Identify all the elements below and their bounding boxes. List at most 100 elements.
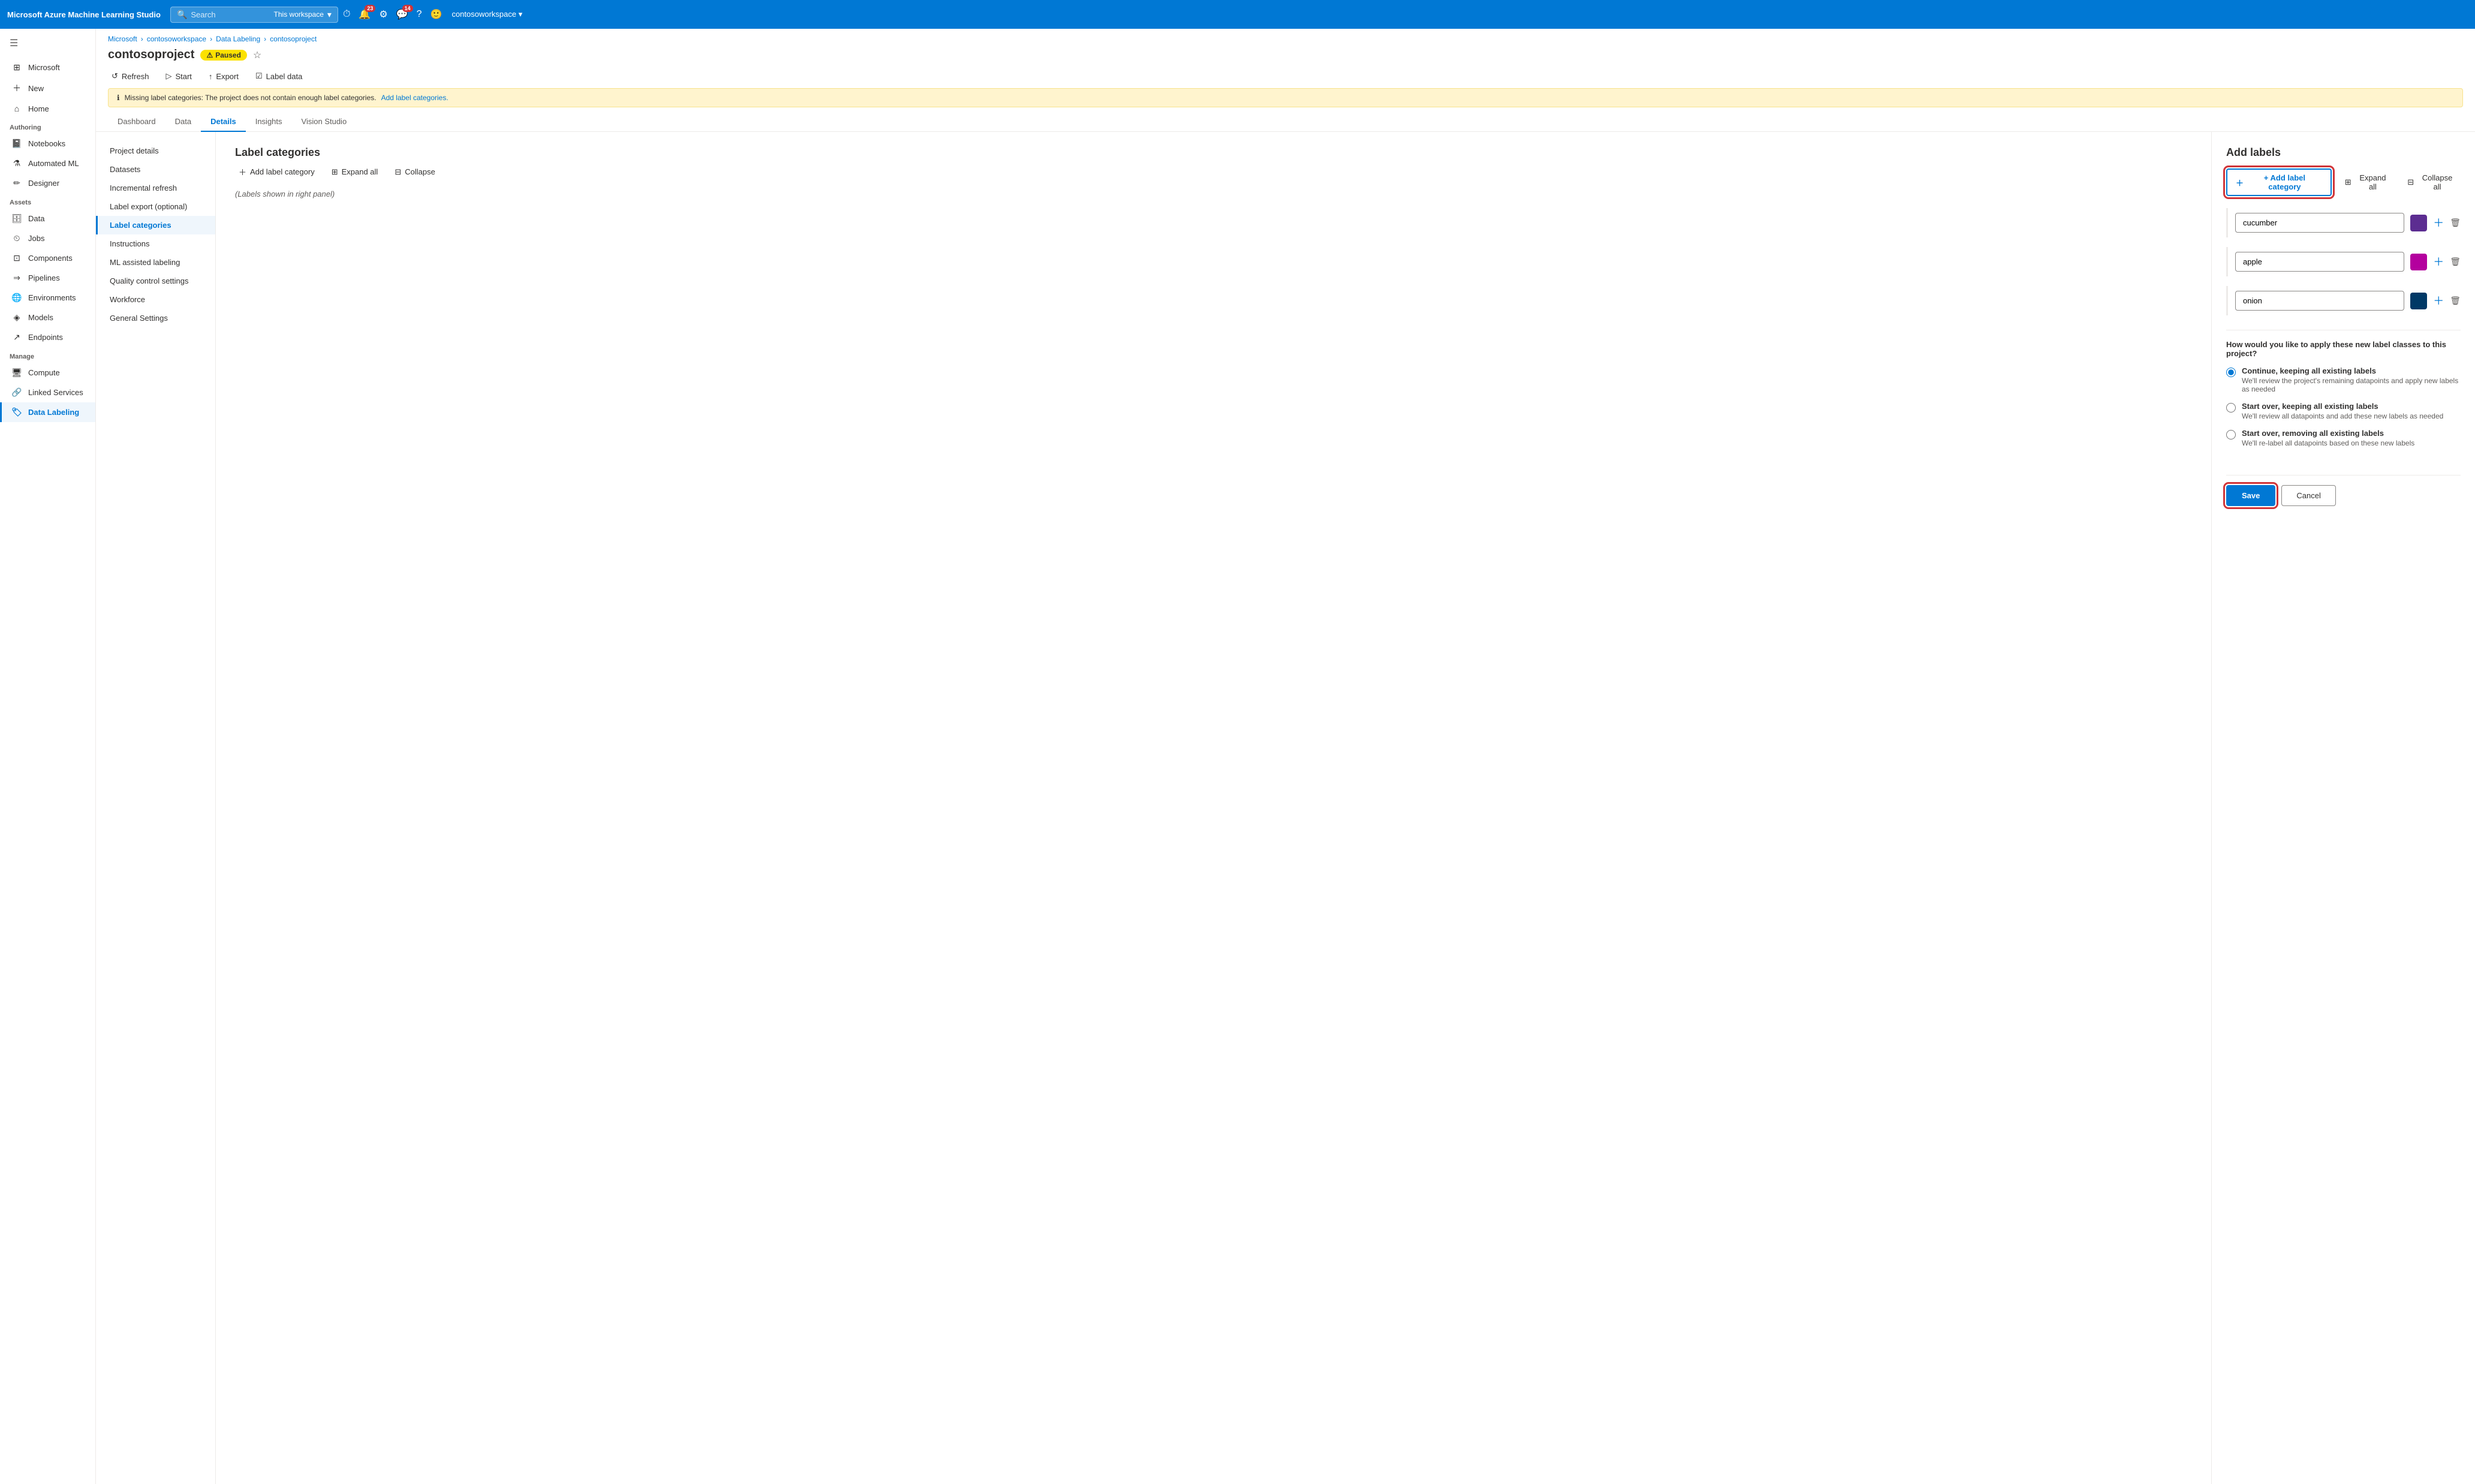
label-delete-cucumber[interactable]: 🗑: [2450, 218, 2461, 228]
sidebar-item-endpoints[interactable]: ↗ Endpoints: [0, 327, 95, 347]
workspace-dropdown-icon[interactable]: ▾: [327, 10, 332, 20]
status-badge: ⚠ Paused: [200, 50, 246, 61]
tab-insights[interactable]: Insights: [246, 112, 292, 132]
label-delete-onion[interactable]: 🗑: [2450, 296, 2461, 306]
nav-incremental-refresh[interactable]: Incremental refresh: [96, 179, 215, 197]
feedback-icon[interactable]: 💬14: [396, 8, 408, 20]
smiley-icon[interactable]: 🙂: [430, 8, 442, 20]
radio-continue-desc: We'll review the project's remaining dat…: [2242, 377, 2461, 393]
export-button[interactable]: ↑ Export: [205, 70, 242, 83]
radio-start-over-remove-input[interactable]: [2226, 430, 2236, 440]
alert-icon: ℹ: [117, 94, 120, 102]
tab-data[interactable]: Data: [165, 112, 201, 132]
toolbar: ↺ Refresh ▷ Start ↑ Export ☑ Label data: [96, 67, 2475, 88]
sidebar-item-notebooks[interactable]: 📓 Notebooks: [0, 134, 95, 153]
tab-vision-studio[interactable]: Vision Studio: [292, 112, 357, 132]
label-input-apple[interactable]: [2235, 252, 2404, 272]
radio-start-over-keep: Start over, keeping all existing labels …: [2226, 402, 2461, 420]
components-icon: ⊡: [11, 253, 22, 263]
refresh-button[interactable]: ↺ Refresh: [108, 69, 152, 83]
nav-instructions[interactable]: Instructions: [96, 234, 215, 253]
refresh-icon: ↺: [112, 71, 118, 81]
search-box[interactable]: 🔍 This workspace ▾: [170, 7, 338, 23]
color-swatch-onion[interactable]: [2410, 293, 2427, 309]
models-icon: ◈: [11, 312, 22, 323]
panel-footer: Save Cancel: [2226, 475, 2461, 506]
add-label-category-panel-button[interactable]: ＋ + Add label category: [2226, 168, 2332, 196]
start-button[interactable]: ▷ Start: [162, 69, 195, 83]
color-swatch-apple[interactable]: [2410, 254, 2427, 270]
breadcrumb-project[interactable]: contosoproject: [270, 35, 317, 43]
label-add-sublabel-apple[interactable]: ＋: [2433, 257, 2444, 267]
sidebar: ☰ ⊞ Microsoft ＋ New ⌂ Home Authoring 📓 N…: [0, 29, 96, 1484]
status-icon: ⚠: [206, 51, 213, 59]
collapse-all-button[interactable]: ⊟ Collapse: [391, 165, 439, 179]
label-input-onion[interactable]: [2235, 291, 2404, 311]
section-title: Label categories: [235, 146, 2192, 159]
breadcrumb-microsoft[interactable]: Microsoft: [108, 35, 137, 43]
radio-start-over-keep-label: Start over, keeping all existing labels: [2242, 402, 2443, 411]
label-row-apple: ＋ 🗑: [2226, 247, 2461, 276]
label-row-cucumber: ＋ 🗑: [2226, 208, 2461, 237]
sidebar-item-data[interactable]: 🗄 Data: [0, 209, 95, 228]
tab-details[interactable]: Details: [201, 112, 246, 132]
nav-project-details[interactable]: Project details: [96, 142, 215, 160]
label-delete-apple[interactable]: 🗑: [2450, 257, 2461, 267]
radio-start-over-keep-desc: We'll review all datapoints and add thes…: [2242, 412, 2443, 420]
expand-all-button[interactable]: ⊞ Expand all: [328, 165, 382, 179]
settings-icon[interactable]: ⚙: [379, 8, 387, 20]
breadcrumb-workspace[interactable]: contosoworkspace: [147, 35, 206, 43]
top-navigation: Microsoft Azure Machine Learning Studio …: [0, 0, 2475, 29]
favorite-icon[interactable]: ☆: [253, 49, 261, 61]
sidebar-item-new[interactable]: ＋ New: [0, 77, 95, 99]
breadcrumb-data-labeling[interactable]: Data Labeling: [216, 35, 260, 43]
radio-continue-input[interactable]: [2226, 368, 2236, 377]
label-add-sublabel-onion[interactable]: ＋: [2433, 296, 2444, 306]
add-label-category-button[interactable]: ＋ Add label category: [235, 164, 318, 180]
nav-quality-control[interactable]: Quality control settings: [96, 272, 215, 290]
sidebar-item-jobs[interactable]: ⏲ Jobs: [0, 228, 95, 248]
panel-title: Add labels: [2226, 146, 2461, 159]
panel-expand-all-button[interactable]: ⊞ Expand all: [2341, 171, 2394, 194]
nav-label-categories[interactable]: Label categories: [96, 216, 215, 234]
cancel-button[interactable]: Cancel: [2281, 485, 2335, 506]
history-icon[interactable]: ⏱: [343, 9, 350, 20]
sidebar-item-environments[interactable]: 🌐 Environments: [0, 288, 95, 308]
label-add-sublabel-cucumber[interactable]: ＋: [2433, 218, 2444, 228]
sidebar-item-home[interactable]: ⌂ Home: [0, 99, 95, 118]
label-data-button[interactable]: ☑ Label data: [252, 69, 306, 83]
save-button[interactable]: Save: [2226, 485, 2275, 506]
label-input-cucumber[interactable]: [2235, 213, 2404, 233]
search-input[interactable]: [191, 10, 270, 19]
workspace-selector[interactable]: This workspace: [274, 10, 324, 19]
nav-ml-assisted[interactable]: ML assisted labeling: [96, 253, 215, 272]
color-swatch-cucumber[interactable]: [2410, 215, 2427, 231]
radio-start-over-keep-input[interactable]: [2226, 403, 2236, 413]
sidebar-item-pipelines[interactable]: ⇒ Pipelines: [0, 268, 95, 288]
help-icon[interactable]: ?: [417, 9, 422, 20]
panel-plus-icon: ＋: [2236, 177, 2244, 188]
sidebar-item-data-labeling[interactable]: 🏷 Data Labeling: [0, 402, 95, 422]
search-icon: 🔍: [177, 10, 187, 20]
sidebar-item-automated-ml[interactable]: ⚗ Automated ML: [0, 153, 95, 173]
nav-datasets[interactable]: Datasets: [96, 160, 215, 179]
sidebar-item-linked-services[interactable]: 🔗 Linked Services: [0, 383, 95, 402]
notifications-icon[interactable]: 🔔23: [359, 8, 371, 20]
sidebar-item-models[interactable]: ◈ Models: [0, 308, 95, 327]
tab-dashboard[interactable]: Dashboard: [108, 112, 165, 132]
user-menu[interactable]: contosoworkspace ▾: [451, 10, 522, 19]
endpoints-icon: ↗: [11, 332, 22, 342]
nav-general-settings[interactable]: General Settings: [96, 309, 215, 327]
nav-label-export[interactable]: Label export (optional): [96, 197, 215, 216]
hamburger-menu[interactable]: ☰: [0, 29, 95, 58]
main-content: Microsoft › contosoworkspace › Data Labe…: [96, 29, 2475, 1484]
sidebar-item-designer[interactable]: ✏ Designer: [0, 173, 95, 193]
plus-icon: ＋: [239, 166, 246, 177]
alert-link[interactable]: Add label categories.: [381, 94, 448, 102]
sidebar-item-components[interactable]: ⊡ Components: [0, 248, 95, 268]
sidebar-item-compute[interactable]: 🖥 Compute: [0, 363, 95, 383]
sidebar-item-microsoft[interactable]: ⊞ Microsoft: [0, 58, 95, 77]
nav-workforce[interactable]: Workforce: [96, 290, 215, 309]
panel-collapse-all-button[interactable]: ⊟ Collapse all: [2404, 171, 2461, 194]
export-icon: ↑: [209, 72, 213, 81]
